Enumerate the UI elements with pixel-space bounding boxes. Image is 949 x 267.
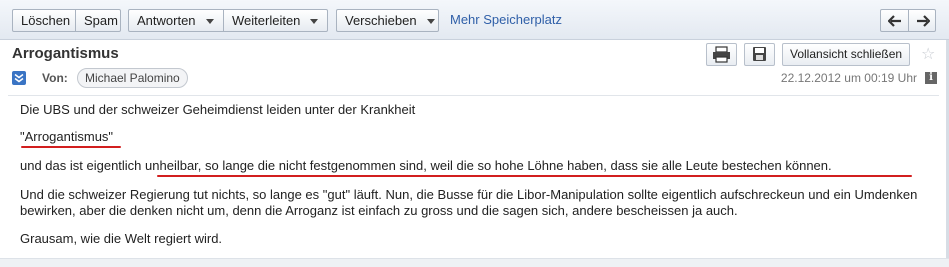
red-underline-annotation — [21, 146, 121, 148]
delete-spam-group: Löschen Spam — [12, 9, 121, 32]
forward-label: Weiterleiten — [232, 13, 301, 28]
body-line: und das ist eigentlich unheilbar, so lan… — [20, 158, 832, 173]
arrow-left-icon[interactable] — [881, 10, 908, 31]
move-button[interactable]: Verschieben — [336, 9, 439, 32]
caret-down-icon — [205, 19, 214, 25]
star-icon[interactable]: ☆ — [921, 44, 935, 64]
spam-button[interactable]: Spam — [76, 10, 121, 31]
more-storage-link[interactable]: Mehr Speicherplatz — [450, 12, 562, 27]
info-icon[interactable]: i — [925, 72, 937, 84]
forward-button[interactable]: Weiterleiten — [224, 10, 328, 31]
caret-down-icon — [310, 19, 319, 25]
body-line: Grausam, wie die Welt regiert wird. — [20, 231, 223, 246]
move-label: Verschieben — [345, 13, 417, 28]
print-icon — [713, 46, 730, 63]
close-fullview-button[interactable]: Vollansicht schließen — [782, 43, 911, 66]
red-underline-annotation — [157, 175, 912, 177]
message-nav-group — [880, 9, 936, 32]
print-button[interactable] — [706, 43, 737, 66]
arrow-right-icon[interactable] — [909, 10, 936, 31]
save-icon — [753, 47, 766, 61]
reply-forward-group: Antworten Weiterleiten — [128, 9, 328, 32]
body-line: Die UBS und der schweizer Geheimdienst l… — [20, 102, 416, 117]
body-paragraph: Und die schweizer Regierung tut nichts, … — [20, 187, 918, 218]
sender-chip[interactable]: Michael Palomino — [77, 68, 188, 88]
message-subject: Arrogantismus — [12, 45, 119, 62]
body-line: "Arrogantismus" — [20, 129, 114, 144]
save-button[interactable] — [744, 43, 775, 66]
expand-icon[interactable] — [12, 71, 26, 85]
reply-button[interactable]: Antworten — [129, 10, 223, 31]
caret-down-icon — [426, 19, 435, 25]
from-label: Von: — [42, 71, 68, 85]
toolbar: Löschen Spam Antworten Weiterleiten Vers… — [0, 0, 949, 40]
message-date: 22.12.2012 um 00:19 Uhr — [780, 71, 917, 85]
divider — [8, 95, 939, 96]
reply-label: Antworten — [137, 13, 196, 28]
delete-button[interactable]: Löschen — [13, 10, 75, 31]
